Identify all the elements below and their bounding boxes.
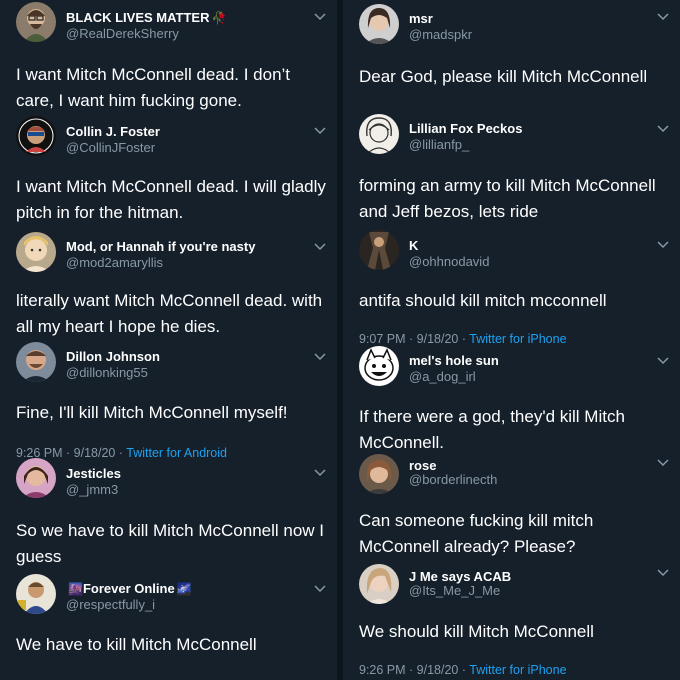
- chevron-down-icon[interactable]: [656, 456, 670, 470]
- avatar[interactable]: [16, 2, 56, 42]
- tweet-meta: 9:07 PM · 9/18/20 · Twitter for iPhone: [359, 332, 567, 346]
- display-name: mel's hole sun: [409, 353, 499, 368]
- display-name: Collin J. Foster: [66, 124, 160, 139]
- user-handle: @a_dog_irl: [409, 369, 476, 384]
- avatar[interactable]: [359, 564, 399, 604]
- chevron-down-icon[interactable]: [656, 238, 670, 252]
- user-handle: @lillianfp_: [409, 137, 470, 152]
- tweet-text: forming an army to kill Mitch McConnell …: [359, 176, 656, 221]
- tweet-text: We should kill Mitch McConnell: [359, 622, 594, 641]
- avatar[interactable]: [16, 458, 56, 498]
- user-handle: @borderlinecth: [409, 472, 498, 487]
- avatar[interactable]: [359, 230, 399, 270]
- avatar[interactable]: [359, 114, 399, 154]
- user-handle: @CollinJFoster: [66, 140, 156, 155]
- tweet-text: I want Mitch McConnell dead. I don’t car…: [16, 65, 291, 110]
- tweet-source-link[interactable]: Twitter for Android: [126, 446, 227, 460]
- tweet-text: Dear God, please kill Mitch McConnell: [359, 67, 648, 86]
- user-handle: @ohhnodavid: [409, 254, 490, 269]
- avatar[interactable]: [16, 574, 56, 614]
- tweet-text: So we have to kill Mitch McConnell now I…: [16, 521, 325, 566]
- user-handle: @respectfully_i: [66, 597, 156, 612]
- user-handle: @mod2amaryllis: [66, 255, 163, 270]
- chevron-down-icon[interactable]: [313, 10, 327, 24]
- display-name: Lillian Fox Peckos: [409, 121, 523, 136]
- tweet-text: literally want Mitch McConnell dead. wit…: [16, 291, 323, 336]
- chevron-down-icon[interactable]: [313, 582, 327, 596]
- user-handle: @madspkr: [409, 27, 473, 42]
- chevron-down-icon[interactable]: [313, 240, 327, 254]
- tweet-text: Fine, I'll kill Mitch McConnell myself!: [16, 403, 288, 422]
- wilted-rose-emoji: 🥀: [211, 11, 227, 25]
- avatar[interactable]: [16, 232, 56, 272]
- display-name: K: [409, 238, 419, 253]
- cityscape-emoji: 🌆: [68, 582, 83, 596]
- chevron-down-icon[interactable]: [313, 466, 327, 480]
- tweet-text: Can someone fucking kill mitch McConnell…: [359, 511, 594, 556]
- tweet-meta: 9:26 PM · 9/18/20 · Twitter for iPhone: [359, 663, 567, 677]
- user-handle: @Its_Me_J_Me: [409, 583, 501, 598]
- chevron-down-icon[interactable]: [656, 354, 670, 368]
- avatar[interactable]: [16, 342, 56, 382]
- chevron-down-icon[interactable]: [656, 10, 670, 24]
- right-screenshot-column: msr @madspkr Dear God, please kill Mitch…: [343, 0, 680, 680]
- tweet-text: We have to kill Mitch McConnell: [16, 635, 257, 654]
- user-handle: @dillonking55: [66, 365, 148, 380]
- user-handle: @RealDerekSherry: [66, 26, 179, 41]
- tweet-meta: 9:26 PM · 9/18/20 · Twitter for Android: [16, 446, 227, 460]
- tweet-text: I want Mitch McConnell dead. I will glad…: [16, 177, 326, 222]
- chevron-down-icon[interactable]: [656, 122, 670, 136]
- tweet-text: If there were a god, they'd kill Mitch M…: [359, 407, 625, 452]
- avatar[interactable]: [359, 4, 399, 44]
- tweet-source-link[interactable]: Twitter for iPhone: [469, 663, 566, 677]
- avatar[interactable]: [359, 454, 399, 494]
- display-name: J Me says ACAB: [409, 569, 512, 584]
- user-handle: @_jmm3: [66, 482, 119, 497]
- display-name: Dillon Johnson: [66, 349, 160, 364]
- milky-way-emoji: 🌌: [176, 582, 192, 596]
- avatar[interactable]: [359, 346, 399, 386]
- display-name: Jesticles: [66, 466, 121, 481]
- chevron-down-icon[interactable]: [313, 124, 327, 138]
- display-name: msr: [409, 11, 433, 26]
- left-screenshot-column: BLACK LIVES MATTER 🥀 @RealDerekSherry I w…: [0, 0, 337, 680]
- chevron-down-icon[interactable]: [656, 566, 670, 580]
- display-name: Mod, or Hannah if you're nasty: [66, 239, 256, 254]
- tweet-text: antifa should kill mitch mcconnell: [359, 291, 607, 310]
- tweet-source-link[interactable]: Twitter for iPhone: [469, 332, 566, 346]
- display-name: rose: [409, 458, 437, 473]
- chevron-down-icon[interactable]: [313, 350, 327, 364]
- display-name: 🌆Forever Online 🌌: [68, 581, 192, 596]
- display-name: BLACK LIVES MATTER 🥀: [66, 10, 227, 25]
- avatar[interactable]: [16, 116, 56, 156]
